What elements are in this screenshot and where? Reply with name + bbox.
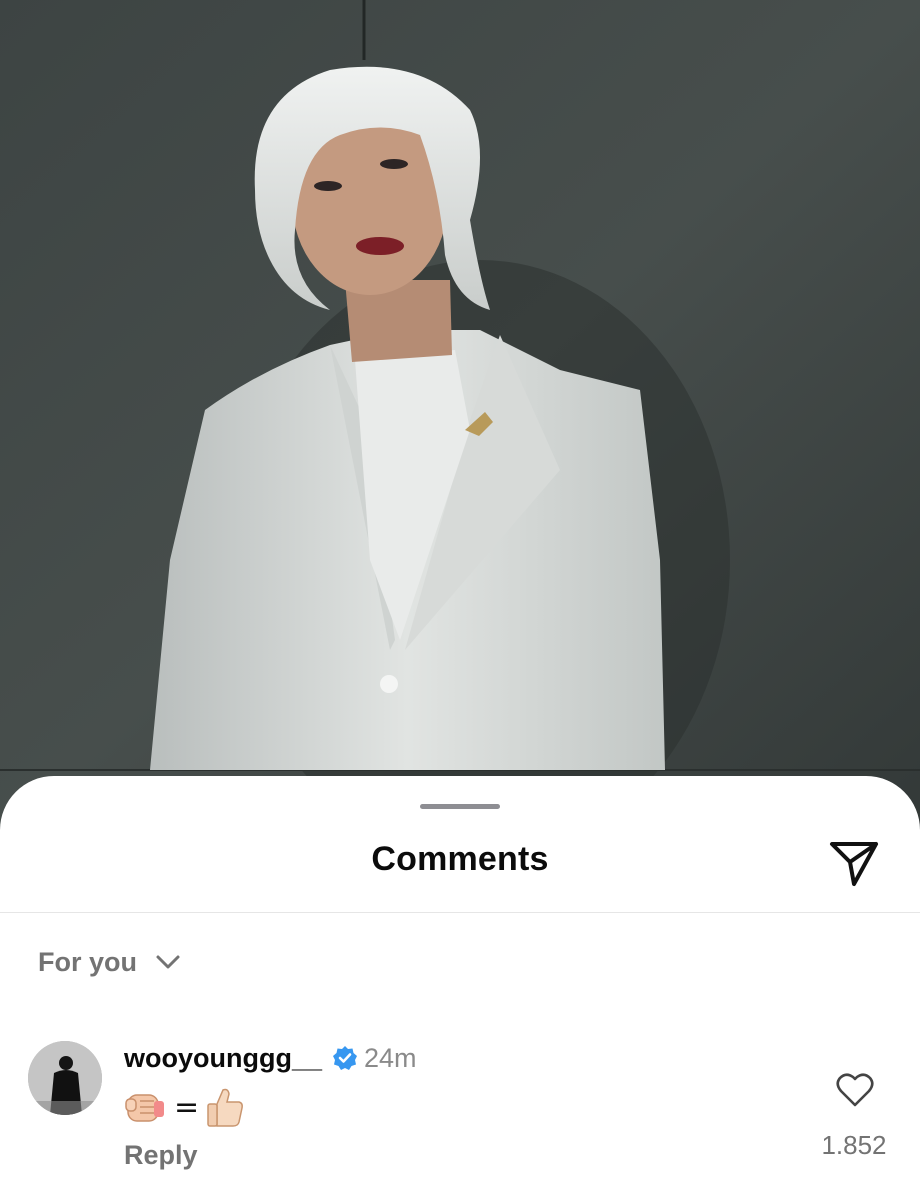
reply-button[interactable]: Reply	[124, 1140, 198, 1171]
send-button[interactable]	[826, 834, 882, 890]
filter-label: For you	[38, 946, 137, 977]
like-count: 1.852	[821, 1130, 887, 1160]
sheet-grabber-handle[interactable]	[420, 804, 500, 809]
comment-text: =	[124, 1084, 245, 1130]
like-button[interactable]	[835, 1072, 875, 1108]
thumbs-up-icon	[207, 1088, 244, 1127]
comment-username[interactable]: wooyounggg__	[124, 1043, 322, 1074]
send-icon	[830, 842, 878, 886]
photo-illustration	[0, 0, 920, 830]
comment-header: wooyounggg__ 24m	[124, 1038, 417, 1078]
comment-equals-sign: =	[174, 1089, 200, 1125]
comment-filter-dropdown[interactable]: For you	[38, 942, 181, 982]
header-divider	[0, 912, 920, 913]
post-photo	[0, 0, 920, 830]
comments-sheet: Comments For you wooyounggg__ 24m = Repl…	[0, 776, 920, 1200]
comment-timestamp: 24m	[364, 1042, 417, 1073]
avatar[interactable]	[28, 1041, 102, 1115]
chevron-down-icon	[156, 955, 180, 969]
heart-icon	[836, 1073, 874, 1107]
fist-icon	[125, 1094, 164, 1122]
sheet-title: Comments	[371, 840, 549, 878]
avatar-image	[28, 1041, 102, 1115]
verified-badge-icon	[333, 1046, 357, 1070]
